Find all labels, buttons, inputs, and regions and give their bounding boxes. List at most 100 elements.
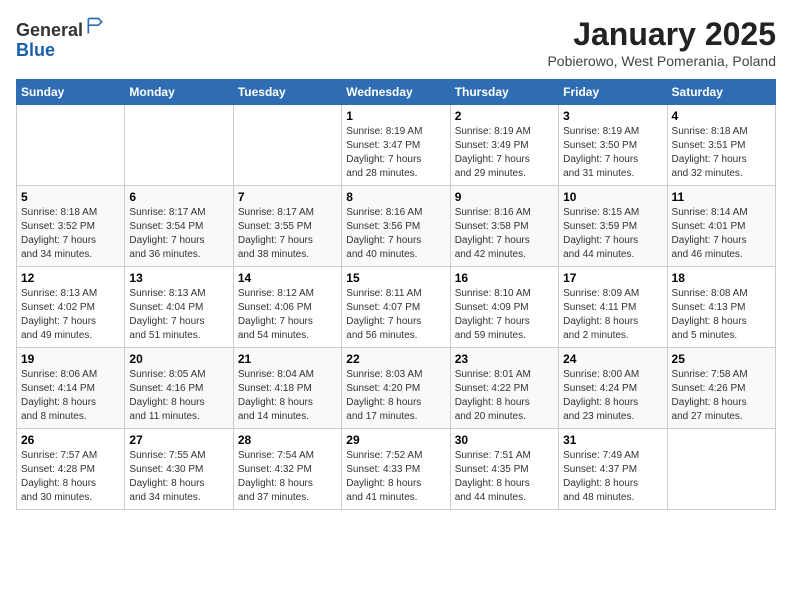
calendar-day-cell: 18 Sunrise: 8:08 AM Sunset: 4:13 PM Dayli… [667,267,775,348]
weekday-header: Monday [125,80,233,105]
day-number: 20 [129,352,228,366]
day-number: 3 [563,109,662,123]
day-number: 18 [672,271,771,285]
calendar-day-cell: 20 Sunrise: 8:05 AM Sunset: 4:16 PM Dayli… [125,348,233,429]
subtitle: Pobierowo, West Pomerania, Poland [547,53,776,69]
logo: General Blue [16,16,105,61]
calendar-day-cell: 15 Sunrise: 8:11 AM Sunset: 4:07 PM Dayli… [342,267,450,348]
day-info: Sunrise: 8:10 AM Sunset: 4:09 PM Dayligh… [455,287,554,343]
calendar-day-cell: 12 Sunrise: 8:13 AM Sunset: 4:02 PM Dayli… [17,267,125,348]
calendar-day-cell: 8 Sunrise: 8:16 AM Sunset: 3:56 PM Daylig… [342,186,450,267]
calendar-day-cell: 16 Sunrise: 8:10 AM Sunset: 4:09 PM Dayli… [450,267,558,348]
calendar-day-cell: 25Sunrise: 7:58 AM Sunset: 4:26 PM Dayli… [667,348,775,429]
calendar-day-cell: 19 Sunrise: 8:06 AM Sunset: 4:14 PM Dayli… [17,348,125,429]
day-number: 21 [238,352,337,366]
calendar-day-cell: 10 Sunrise: 8:15 AM Sunset: 3:59 PM Dayli… [559,186,667,267]
day-number: 24 [563,352,662,366]
day-number: 30 [455,433,554,447]
day-info: Sunrise: 8:13 AM Sunset: 4:04 PM Dayligh… [129,287,228,343]
day-info: Sunrise: 8:18 AM Sunset: 3:52 PM Dayligh… [21,206,120,262]
day-info: Sunrise: 8:00 AM Sunset: 4:24 PM Dayligh… [563,368,662,424]
day-info: Sunrise: 8:09 AM Sunset: 4:11 PM Dayligh… [563,287,662,343]
day-info: Sunrise: 7:57 AM Sunset: 4:28 PM Dayligh… [21,449,120,505]
main-title: January 2025 [547,16,776,53]
calendar-day-cell: 3Sunrise: 8:19 AM Sunset: 3:50 PM Daylig… [559,105,667,186]
day-info: Sunrise: 7:54 AM Sunset: 4:32 PM Dayligh… [238,449,337,505]
logo-blue: Blue [16,40,55,60]
day-number: 12 [21,271,120,285]
day-info: Sunrise: 8:19 AM Sunset: 3:47 PM Dayligh… [346,125,445,181]
calendar-day-cell [233,105,341,186]
calendar-day-cell: 6Sunrise: 8:17 AM Sunset: 3:54 PM Daylig… [125,186,233,267]
day-info: Sunrise: 8:14 AM Sunset: 4:01 PM Dayligh… [672,206,771,262]
calendar-day-cell: 27 Sunrise: 7:55 AM Sunset: 4:30 PM Dayli… [125,429,233,510]
day-number: 17 [563,271,662,285]
day-info: Sunrise: 7:49 AM Sunset: 4:37 PM Dayligh… [563,449,662,505]
day-info: Sunrise: 8:08 AM Sunset: 4:13 PM Dayligh… [672,287,771,343]
weekday-header-row: SundayMondayTuesdayWednesdayThursdayFrid… [17,80,776,105]
calendar-day-cell: 14 Sunrise: 8:12 AM Sunset: 4:06 PM Dayli… [233,267,341,348]
day-number: 5 [21,190,120,204]
calendar-day-cell: 29 Sunrise: 7:52 AM Sunset: 4:33 PM Dayli… [342,429,450,510]
day-number: 19 [21,352,120,366]
day-info: Sunrise: 8:13 AM Sunset: 4:02 PM Dayligh… [21,287,120,343]
day-number: 28 [238,433,337,447]
day-number: 13 [129,271,228,285]
logo-general: General [16,20,83,40]
day-number: 10 [563,190,662,204]
calendar-day-cell [125,105,233,186]
day-info: Sunrise: 8:03 AM Sunset: 4:20 PM Dayligh… [346,368,445,424]
calendar-day-cell: 24 Sunrise: 8:00 AM Sunset: 4:24 PM Dayli… [559,348,667,429]
calendar-week-row: 12 Sunrise: 8:13 AM Sunset: 4:02 PM Dayli… [17,267,776,348]
day-info: Sunrise: 8:05 AM Sunset: 4:16 PM Dayligh… [129,368,228,424]
calendar-day-cell: 30Sunrise: 7:51 AM Sunset: 4:35 PM Dayli… [450,429,558,510]
day-number: 16 [455,271,554,285]
day-number: 23 [455,352,554,366]
day-info: Sunrise: 7:52 AM Sunset: 4:33 PM Dayligh… [346,449,445,505]
weekday-header: Tuesday [233,80,341,105]
day-info: Sunrise: 8:15 AM Sunset: 3:59 PM Dayligh… [563,206,662,262]
calendar-day-cell: 11 Sunrise: 8:14 AM Sunset: 4:01 PM Dayli… [667,186,775,267]
calendar-table: SundayMondayTuesdayWednesdayThursdayFrid… [16,79,776,510]
calendar-day-cell: 31 Sunrise: 7:49 AM Sunset: 4:37 PM Dayli… [559,429,667,510]
day-info: Sunrise: 8:19 AM Sunset: 3:49 PM Dayligh… [455,125,554,181]
day-info: Sunrise: 8:16 AM Sunset: 3:56 PM Dayligh… [346,206,445,262]
calendar-day-cell: 28 Sunrise: 7:54 AM Sunset: 4:32 PM Dayli… [233,429,341,510]
day-number: 9 [455,190,554,204]
day-number: 14 [238,271,337,285]
calendar-day-cell: 9 Sunrise: 8:16 AM Sunset: 3:58 PM Daylig… [450,186,558,267]
day-info: Sunrise: 8:16 AM Sunset: 3:58 PM Dayligh… [455,206,554,262]
calendar-day-cell: 5 Sunrise: 8:18 AM Sunset: 3:52 PM Daylig… [17,186,125,267]
day-number: 26 [21,433,120,447]
day-number: 15 [346,271,445,285]
title-block: January 2025 Pobierowo, West Pomerania, … [547,16,776,69]
calendar-day-cell: 1Sunrise: 8:19 AM Sunset: 3:47 PM Daylig… [342,105,450,186]
day-info: Sunrise: 8:04 AM Sunset: 4:18 PM Dayligh… [238,368,337,424]
calendar-day-cell: 23Sunrise: 8:01 AM Sunset: 4:22 PM Dayli… [450,348,558,429]
day-info: Sunrise: 8:11 AM Sunset: 4:07 PM Dayligh… [346,287,445,343]
day-number: 6 [129,190,228,204]
day-number: 27 [129,433,228,447]
logo-flag-icon [85,16,105,36]
day-info: Sunrise: 8:12 AM Sunset: 4:06 PM Dayligh… [238,287,337,343]
calendar-day-cell: 2 Sunrise: 8:19 AM Sunset: 3:49 PM Daylig… [450,105,558,186]
day-number: 29 [346,433,445,447]
calendar-day-cell: 7Sunrise: 8:17 AM Sunset: 3:55 PM Daylig… [233,186,341,267]
calendar-day-cell: 21 Sunrise: 8:04 AM Sunset: 4:18 PM Dayli… [233,348,341,429]
weekday-header: Saturday [667,80,775,105]
calendar-day-cell [17,105,125,186]
day-info: Sunrise: 7:58 AM Sunset: 4:26 PM Dayligh… [672,368,771,424]
day-info: Sunrise: 7:55 AM Sunset: 4:30 PM Dayligh… [129,449,228,505]
calendar-week-row: 19 Sunrise: 8:06 AM Sunset: 4:14 PM Dayli… [17,348,776,429]
calendar-week-row: 5 Sunrise: 8:18 AM Sunset: 3:52 PM Daylig… [17,186,776,267]
calendar-day-cell: 17 Sunrise: 8:09 AM Sunset: 4:11 PM Dayli… [559,267,667,348]
day-number: 31 [563,433,662,447]
page-header: General Blue January 2025 Pobierowo, Wes… [16,16,776,69]
weekday-header: Sunday [17,80,125,105]
day-info: Sunrise: 8:06 AM Sunset: 4:14 PM Dayligh… [21,368,120,424]
day-info: Sunrise: 8:17 AM Sunset: 3:55 PM Dayligh… [238,206,337,262]
calendar-day-cell: 4Sunrise: 8:18 AM Sunset: 3:51 PM Daylig… [667,105,775,186]
day-number: 11 [672,190,771,204]
day-number: 8 [346,190,445,204]
day-number: 2 [455,109,554,123]
